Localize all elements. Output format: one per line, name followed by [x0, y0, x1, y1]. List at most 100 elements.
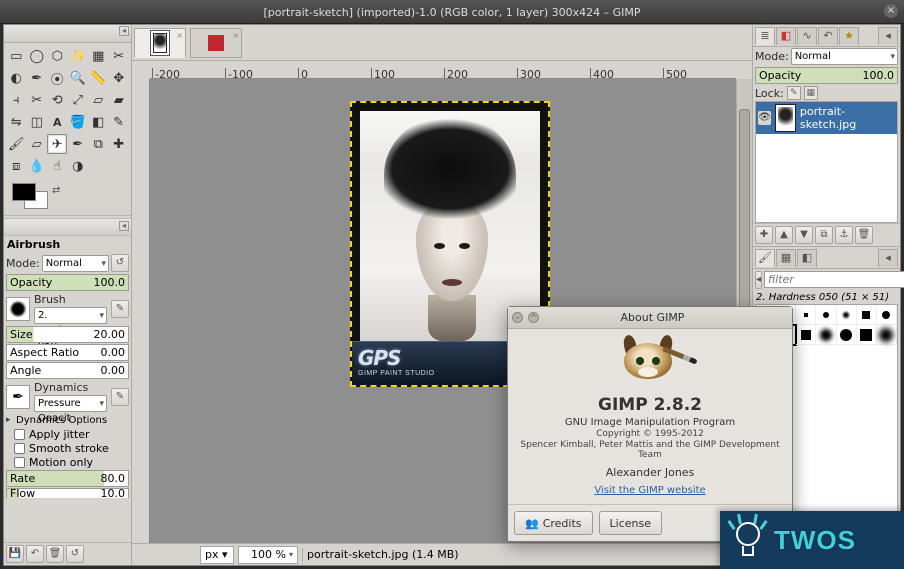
tool-paths[interactable]: ✒: [27, 68, 47, 88]
restore-preset-button[interactable]: ↶: [26, 545, 44, 563]
aspect-slider[interactable]: Aspect Ratio 0.00: [6, 344, 129, 361]
tool-text[interactable]: A: [47, 112, 67, 132]
about-maximize-button[interactable]: ^: [528, 312, 539, 323]
tool-fuzzy-select[interactable]: ✨: [68, 46, 88, 66]
lock-alpha-toggle[interactable]: ▦: [804, 86, 818, 100]
brush-edit-button[interactable]: ✎: [111, 300, 129, 318]
credits-button[interactable]: 👥Credits: [514, 511, 593, 535]
about-dialog: – ^ About GIMP GIMP 2.8.2 GNU Image Mani…: [507, 306, 793, 542]
lock-pixels-toggle[interactable]: ✎: [787, 86, 801, 100]
tab-close-icon[interactable]: ×: [176, 31, 183, 40]
tool-rect-select[interactable]: ▭: [6, 46, 26, 66]
tool-align[interactable]: ⫞: [6, 90, 26, 110]
tool-paintbrush[interactable]: 🖌: [6, 134, 26, 154]
tool-move[interactable]: ✥: [109, 68, 129, 88]
patterns-tab[interactable]: ▦: [776, 249, 796, 267]
brushes-tab[interactable]: 🖌: [755, 249, 775, 267]
dynamics-options-expander[interactable]: Dynamics Options: [6, 414, 129, 427]
tool-dodge[interactable]: ◑: [68, 156, 88, 176]
tool-rotate[interactable]: ⟲: [47, 90, 67, 110]
tool-airbrush[interactable]: ✈: [47, 134, 67, 154]
brush-tag-button[interactable]: ◂: [755, 271, 762, 289]
about-titlebar[interactable]: – ^ About GIMP: [508, 307, 792, 329]
tool-measure[interactable]: 📏: [88, 68, 108, 88]
channels-tab[interactable]: ◧: [776, 27, 796, 45]
duplicate-layer-button[interactable]: ⧉: [815, 226, 833, 244]
opacity-slider[interactable]: Opacity 100.0: [6, 274, 129, 291]
tool-ink[interactable]: ✒: [68, 134, 88, 154]
brushes-menu-button[interactable]: ◂: [878, 249, 898, 267]
save-preset-button[interactable]: 💾: [6, 545, 24, 563]
paths-tab[interactable]: ∿: [797, 27, 817, 45]
layers-menu-button[interactable]: ◂: [878, 27, 898, 45]
rate-slider[interactable]: Rate 80.0: [6, 470, 129, 487]
tool-cage[interactable]: ◫: [27, 112, 47, 132]
status-unit[interactable]: px ▾: [200, 546, 234, 564]
swap-colors-icon[interactable]: ⇄: [52, 185, 60, 196]
toolbox-menu-button[interactable]: ◂: [119, 26, 129, 36]
new-layer-button[interactable]: ✚: [755, 226, 773, 244]
layer-opacity-slider[interactable]: Opacity 100.0: [755, 67, 898, 84]
motion-only-check[interactable]: Motion only: [14, 456, 129, 469]
tool-bucket-fill[interactable]: 🪣: [68, 112, 88, 132]
layer-visibility-icon[interactable]: 👁: [758, 111, 771, 125]
tool-by-color-select[interactable]: ▦: [88, 46, 108, 66]
reset-preset-button[interactable]: ↺: [66, 545, 84, 563]
tool-shear[interactable]: ▱: [88, 90, 108, 110]
tool-crop[interactable]: ✂: [27, 90, 47, 110]
size-slider[interactable]: Size 20.00: [6, 326, 129, 343]
apply-jitter-check[interactable]: Apply jitter: [14, 428, 129, 441]
brush-filter-input[interactable]: [764, 271, 904, 288]
brush-combo[interactable]: 2. Hardness 050: [34, 307, 107, 324]
tool-zoom[interactable]: 🔍: [68, 68, 88, 88]
tab-red-square[interactable]: ×: [190, 28, 242, 58]
tab-close-icon[interactable]: ×: [232, 31, 239, 40]
raise-layer-button[interactable]: ▲: [775, 226, 793, 244]
tool-options-menu-button[interactable]: ◂: [119, 221, 129, 231]
dynamics-combo[interactable]: Pressure Opacit: [34, 395, 107, 412]
tool-clone[interactable]: ⧉: [88, 134, 108, 154]
tool-free-select[interactable]: ⬡: [47, 46, 67, 66]
flow-slider[interactable]: Flow 10.0: [6, 488, 129, 498]
tool-pencil[interactable]: ✎: [109, 112, 129, 132]
mode-reset-button[interactable]: ↺: [111, 254, 129, 272]
tool-blur[interactable]: 💧: [27, 156, 47, 176]
brush-preview[interactable]: [6, 297, 30, 321]
layer-mode-combo[interactable]: Normal: [791, 48, 898, 65]
undo-tab[interactable]: ↶: [818, 27, 838, 45]
fg-bg-colors[interactable]: ⇄: [12, 183, 131, 213]
status-zoom[interactable]: 100 %: [238, 546, 298, 564]
smooth-stroke-check[interactable]: Smooth stroke: [14, 442, 129, 455]
anchor-layer-button[interactable]: ⚓: [835, 226, 853, 244]
gradients-tab[interactable]: ◧: [797, 249, 817, 267]
tool-scale[interactable]: ⤢: [68, 90, 88, 110]
tool-eraser[interactable]: ▱: [27, 134, 47, 154]
fg-color-swatch[interactable]: [12, 183, 36, 201]
window-close-button[interactable]: ×: [884, 4, 898, 18]
delete-layer-button[interactable]: 🗑: [855, 226, 873, 244]
tool-smudge[interactable]: ☝: [47, 156, 67, 176]
tab-portrait-sketch[interactable]: ×: [134, 28, 186, 58]
tool-flip[interactable]: ⇋: [6, 112, 26, 132]
dynamics-edit-button[interactable]: ✎: [111, 388, 129, 406]
tool-ellipse-select[interactable]: ◯: [27, 46, 47, 66]
tool-foreground-select[interactable]: ◐: [6, 68, 26, 88]
layers-list[interactable]: 👁 portrait-sketch.jpg: [755, 101, 898, 223]
mode-combo[interactable]: Normal: [42, 255, 109, 272]
history-tab[interactable]: ★: [839, 27, 859, 45]
lower-layer-button[interactable]: ▼: [795, 226, 813, 244]
tool-perspective[interactable]: ▰: [109, 90, 129, 110]
angle-slider[interactable]: Angle 0.00: [6, 362, 129, 379]
about-minimize-button[interactable]: –: [512, 312, 523, 323]
dynamics-preview[interactable]: ✒: [6, 385, 30, 409]
tool-heal[interactable]: ✚: [109, 134, 129, 154]
tool-color-picker[interactable]: ⦿: [47, 68, 67, 88]
delete-preset-button[interactable]: 🗑: [46, 545, 64, 563]
tool-scissors[interactable]: ✂: [109, 46, 129, 66]
tool-perspective-clone[interactable]: ⧈: [6, 156, 26, 176]
layers-tab[interactable]: ≣: [755, 27, 775, 45]
tool-blend[interactable]: ◧: [88, 112, 108, 132]
license-button[interactable]: License: [599, 511, 662, 535]
about-website-link[interactable]: Visit the GIMP website: [594, 485, 705, 496]
layer-row[interactable]: 👁 portrait-sketch.jpg: [756, 102, 897, 134]
